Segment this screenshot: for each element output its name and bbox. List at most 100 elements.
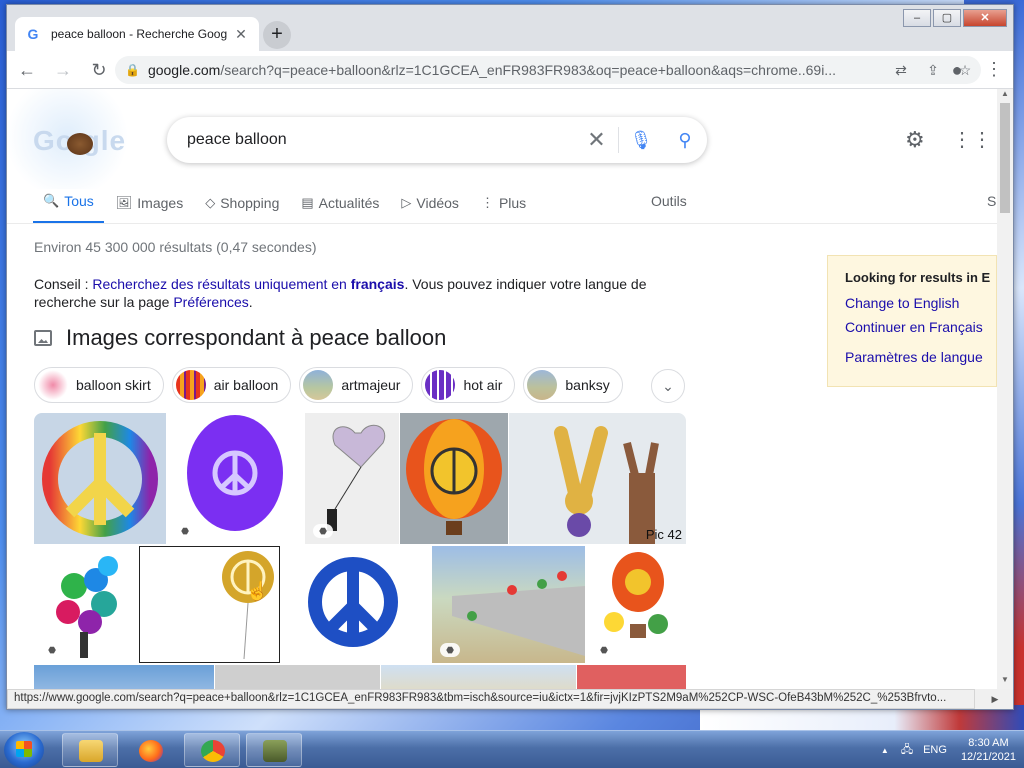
taskbar: ▲ 🖧 ENG 8:30 AM 12/21/2021 — [0, 730, 1024, 768]
preferences-link[interactable]: Préférences — [173, 294, 248, 310]
image-chips: balloon skirt air balloon artmajeur hot … — [34, 367, 631, 403]
scroll-right-icon[interactable]: ▶ — [975, 689, 1013, 709]
tab-label: Actualités — [318, 194, 380, 211]
lock-icon[interactable]: 🔒 — [125, 63, 140, 77]
firefox-icon — [139, 740, 163, 762]
image-wall-balloons[interactable]: ⬣ — [432, 546, 585, 663]
tab-actualites[interactable]: ▤ Actualités — [291, 189, 389, 224]
browser-tab[interactable]: G peace balloon - Recherche Goog ✕ — [15, 17, 259, 51]
news-icon: ▤ — [301, 194, 314, 210]
clock-time: 8:30 AM — [968, 737, 1009, 749]
chevron-down-icon[interactable]: ⌄ — [651, 369, 685, 403]
browser-menu-icon[interactable]: ⋮ — [985, 59, 1003, 80]
window-controls: ‒ ▢ ✕ — [901, 9, 1007, 27]
tab-videos[interactable]: ▷ Vidéos — [391, 189, 469, 224]
taskbar-app[interactable] — [246, 733, 302, 767]
rainbow-peace-balloon-image — [42, 421, 158, 537]
back-arrow-icon[interactable]: ← — [11, 54, 43, 86]
chip-banksy[interactable]: banksy — [523, 367, 623, 403]
minimize-button[interactable]: ‒ — [903, 9, 931, 27]
tab-label: Images — [137, 194, 184, 211]
tab-plus[interactable]: ⋮ Plus — [471, 189, 536, 224]
input-language[interactable]: ENG — [923, 744, 947, 756]
image-hot-air-peace[interactable] — [400, 413, 508, 544]
profile-avatar-icon[interactable]: ● — [941, 54, 973, 86]
tab-shopping[interactable]: ◇ Shopping — [195, 189, 289, 224]
translate-icon[interactable]: ⇄ — [885, 62, 917, 79]
search-icon[interactable]: ⚲ — [663, 130, 707, 151]
tip-language-link[interactable]: français — [351, 276, 405, 292]
start-button[interactable] — [4, 732, 44, 768]
tab-title: peace balloon - Recherche Goog — [51, 27, 228, 41]
more-vert-icon: ⋮ — [480, 194, 494, 210]
clear-search-icon[interactable]: ✕ — [575, 127, 619, 153]
scroll-down-icon[interactable]: ▼ — [997, 675, 1013, 689]
apps-grid-icon[interactable]: ⋮⋮⋮ — [952, 127, 997, 152]
chip-balloon-skirt[interactable]: balloon skirt — [34, 367, 164, 403]
tab-tous[interactable]: 🔍 Tous — [33, 189, 104, 224]
image-banksy-heart[interactable]: ⬣ — [305, 413, 399, 544]
vertical-scrollbar[interactable]: ▲ ▼ — [997, 89, 1013, 689]
chip-artmajeur[interactable]: artmajeur — [299, 367, 414, 403]
chip-air-balloon[interactable]: air balloon — [171, 367, 292, 403]
tab-strip: G peace balloon - Recherche Goog ✕ + ‒ ▢… — [7, 5, 1013, 51]
image-purple-balloon[interactable]: ⬣ — [167, 413, 304, 544]
chip-thumbnail — [527, 370, 558, 400]
v-sign-balloon-image — [554, 426, 659, 544]
image-cartoon-balloon[interactable]: ⬣ — [586, 546, 686, 663]
safesearch-cutoff[interactable]: S — [987, 193, 996, 209]
tools-button[interactable]: Outils — [651, 193, 687, 209]
change-to-english-link[interactable]: Change to English — [845, 295, 996, 311]
clock[interactable]: 8:30 AM 12/21/2021 — [961, 736, 1016, 764]
microphone-icon[interactable]: 🎙 — [619, 130, 663, 151]
tip-end: . — [248, 294, 253, 310]
tab-label: Shopping — [220, 194, 280, 211]
show-hidden-icons-icon[interactable]: ▲ — [881, 746, 889, 755]
taskbar-chrome[interactable] — [184, 733, 240, 767]
image-gold-peace-balloon[interactable]: ☝ — [139, 546, 280, 663]
chip-label: banksy — [565, 377, 610, 393]
blue-peace-sign-image — [308, 557, 398, 647]
app-thumbnail-icon — [263, 740, 287, 762]
search-icon: 🔍 — [43, 193, 60, 208]
image-grid: ⬣ ⬣ Pic 42 ⬣ ☝ ⬣ ⬣ — [34, 413, 686, 689]
tab-close-icon[interactable]: ✕ — [233, 26, 249, 43]
image-row3-3[interactable] — [381, 665, 576, 689]
close-window-button[interactable]: ✕ — [963, 9, 1007, 27]
image-blue-peace[interactable] — [281, 546, 431, 663]
result-stats: Environ 45 300 000 résultats (0,47 secon… — [34, 239, 317, 255]
reload-icon[interactable]: ↻ — [83, 54, 115, 86]
search-box[interactable]: peace balloon ✕ 🎙 ⚲ — [167, 117, 707, 163]
scroll-up-icon[interactable]: ▲ — [997, 89, 1013, 103]
new-tab-button[interactable]: + — [263, 21, 291, 49]
network-icon[interactable]: 🖧 — [901, 741, 913, 760]
gold-peace-balloon-image — [222, 551, 274, 660]
tag-icon: ◇ — [205, 194, 216, 210]
tip-search-link[interactable]: Recherchez des résultats uniquement en — [92, 276, 350, 292]
maximize-button[interactable]: ▢ — [933, 9, 961, 27]
image-row3-1[interactable] — [34, 665, 214, 689]
taskbar-explorer[interactable] — [62, 733, 118, 767]
tab-images[interactable]: 🖼 Images — [106, 189, 193, 224]
image-rainbow-peace[interactable] — [34, 413, 166, 544]
chip-thumbnail — [303, 370, 334, 400]
settings-gear-icon[interactable]: ⚙ — [905, 127, 925, 153]
chip-hot-air[interactable]: hot air — [421, 367, 516, 403]
chip-thumbnail — [38, 370, 68, 400]
page-content: Go gle peace balloon ✕ 🎙 ⚲ ⚙ ⋮⋮⋮ 🔍Tous 🖼… — [7, 89, 997, 689]
images-section-heading[interactable]: Images correspondant à peace balloon — [34, 325, 446, 351]
forward-arrow-icon[interactable]: → — [47, 54, 79, 86]
image-row3-4[interactable] — [577, 665, 686, 689]
url-domain: google.com — [147, 62, 221, 78]
image-row3-2[interactable] — [215, 665, 380, 689]
address-bar[interactable]: 🔒 google.com/search?q=peace+balloon&rlz=… — [115, 56, 981, 84]
chip-thumbnail — [175, 370, 206, 400]
language-settings-link[interactable]: Paramètres de langue — [845, 349, 996, 365]
image-balloon-bunch[interactable]: ⬣ — [34, 546, 138, 663]
scrollbar-thumb[interactable] — [1000, 103, 1010, 213]
url-text[interactable]: google.com/search?q=peace+balloon&rlz=1C… — [148, 62, 885, 78]
image-v-hand[interactable]: Pic 42 — [509, 413, 686, 544]
continue-french-link[interactable]: Continuer en Français — [845, 319, 996, 335]
search-input[interactable]: peace balloon — [187, 131, 575, 149]
taskbar-firefox[interactable] — [122, 733, 178, 767]
